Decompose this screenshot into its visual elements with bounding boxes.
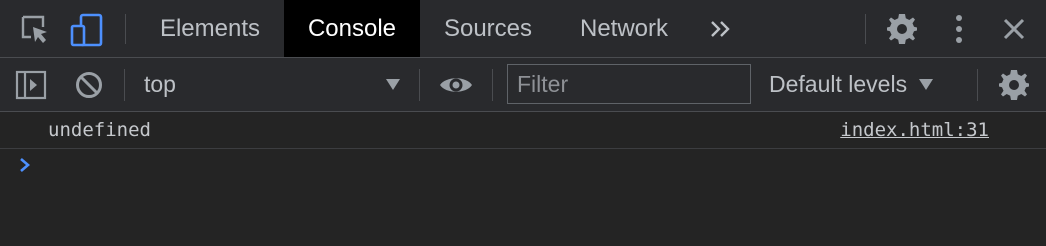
vertical-dots-icon[interactable]: [946, 12, 972, 46]
caret-down-icon: [386, 79, 400, 90]
divider: [977, 69, 978, 101]
console-message-source-link[interactable]: index.html:31: [840, 119, 989, 141]
divider: [125, 14, 126, 44]
console-prompt-input[interactable]: [46, 155, 1030, 185]
caret-down-icon: [919, 79, 934, 90]
divider: [419, 69, 420, 101]
console-settings-gear-icon[interactable]: [996, 67, 1032, 103]
console-message-text: undefined: [48, 119, 151, 141]
context-label: top: [144, 71, 176, 97]
context-selector[interactable]: top: [130, 58, 412, 111]
console-messages: undefined index.html:31: [0, 112, 1046, 246]
filter-input[interactable]: [507, 64, 751, 104]
show-sidebar-icon[interactable]: [13, 68, 49, 102]
device-toolbar-icon[interactable]: [68, 11, 106, 49]
eye-icon[interactable]: [436, 70, 476, 100]
console-toolbar: top Default levels: [0, 58, 1046, 112]
console-message-row: undefined index.html:31: [0, 112, 1046, 149]
divider: [865, 14, 866, 44]
divider: [492, 69, 493, 101]
tab-console[interactable]: Console: [284, 0, 420, 57]
log-levels-dropdown[interactable]: Default levels: [769, 58, 934, 111]
tab-network[interactable]: Network: [560, 0, 688, 57]
log-levels-label: Default levels: [769, 71, 908, 97]
double-chevron-right-icon[interactable]: [702, 14, 740, 44]
close-icon[interactable]: [997, 12, 1031, 46]
element-picker-icon[interactable]: [16, 13, 52, 47]
devtools-tab-bar: Elements Console Sources Network: [0, 0, 1046, 58]
tab-sources[interactable]: Sources: [424, 0, 552, 57]
divider: [124, 69, 125, 101]
clear-console-icon[interactable]: [72, 68, 106, 102]
prompt-chevron-icon: [18, 154, 32, 181]
tab-elements[interactable]: Elements: [142, 0, 278, 57]
gear-icon[interactable]: [884, 11, 920, 47]
console-prompt: [0, 149, 1046, 189]
devtools-panel: Elements Console Sources Network top Fil…: [0, 0, 1046, 246]
